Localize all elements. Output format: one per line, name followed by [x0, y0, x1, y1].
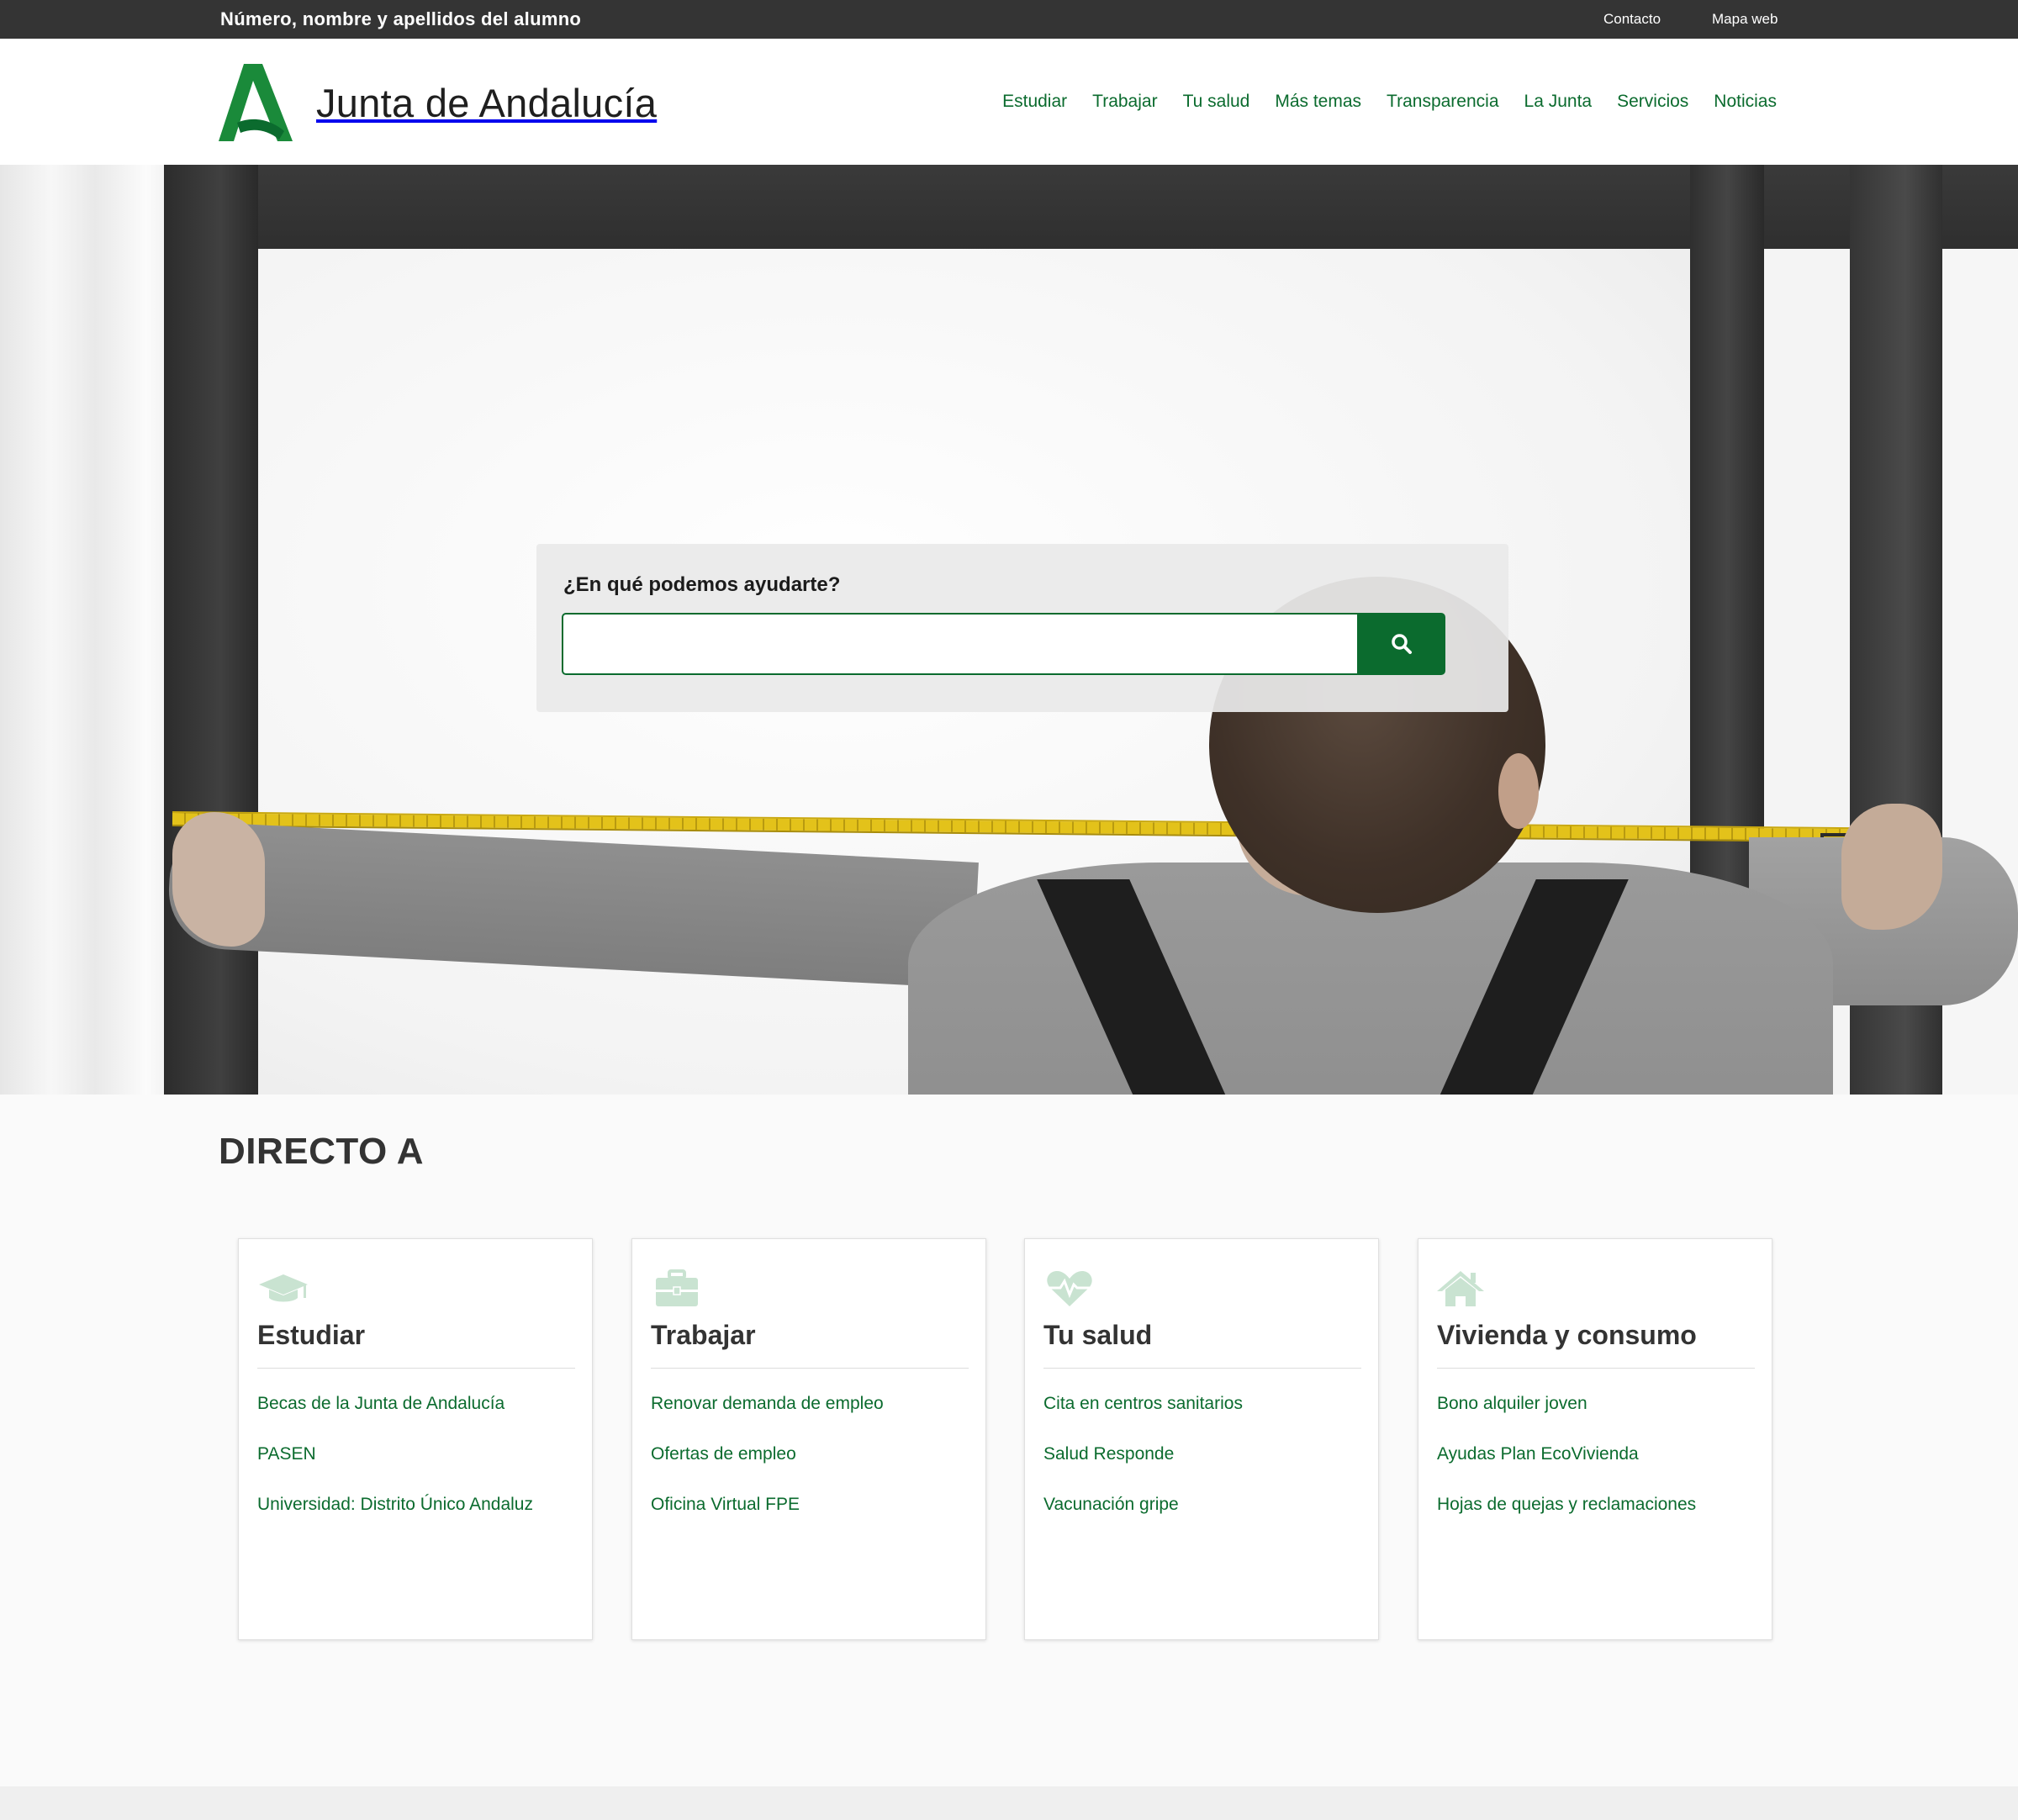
- nav-trabajar[interactable]: Trabajar: [1092, 92, 1157, 112]
- mapa-web-link[interactable]: Mapa web: [1712, 0, 1778, 39]
- card-title: Trabajar: [651, 1320, 969, 1369]
- card-link[interactable]: Bono alquiler joven: [1437, 1394, 1587, 1413]
- card-link[interactable]: PASEN: [257, 1444, 316, 1464]
- site-header: Junta de Andalucía Estudiar Trabajar Tu …: [0, 39, 2018, 165]
- card-link[interactable]: Renovar demanda de empleo: [651, 1394, 884, 1413]
- card-link[interactable]: Ayudas Plan EcoVivienda: [1437, 1444, 1639, 1464]
- hero-banner: ¿En qué podemos ayudarte?: [0, 165, 2018, 1095]
- top-bar: Número, nombre y apellidos del alumno Co…: [0, 0, 2018, 39]
- nav-estudiar[interactable]: Estudiar: [1002, 92, 1067, 112]
- card-links: Bono alquiler joven Ayudas Plan EcoVivie…: [1437, 1394, 1765, 1545]
- junta-logo[interactable]: Junta de Andalucía: [219, 62, 673, 143]
- contacto-link[interactable]: Contacto: [1603, 0, 1661, 39]
- nav-transparencia[interactable]: Transparencia: [1387, 92, 1498, 112]
- logo-text: Junta de Andalucía: [316, 80, 658, 125]
- card-link[interactable]: Becas de la Junta de Andalucía: [257, 1394, 504, 1413]
- card-links: Renovar demanda de empleo Ofertas de emp…: [651, 1394, 979, 1545]
- card-title: Tu salud: [1043, 1320, 1361, 1369]
- card-trabajar: Trabajar Renovar demanda de empleo Ofert…: [631, 1238, 986, 1640]
- nav-tu-salud[interactable]: Tu salud: [1183, 92, 1250, 112]
- card-tu-salud: Tu salud Cita en centros sanitarios Salu…: [1024, 1238, 1379, 1640]
- card-estudiar: Estudiar Becas de la Junta de Andalucía …: [238, 1238, 593, 1640]
- junta-a-logo-icon: [219, 64, 293, 141]
- card-vivienda: Vivienda y consumo Bono alquiler joven A…: [1418, 1238, 1772, 1640]
- section-title-directo: DIRECTO A: [219, 1131, 425, 1172]
- nav-la-junta[interactable]: La Junta: [1524, 92, 1593, 112]
- home-icon: [1437, 1271, 1484, 1306]
- main-nav: Estudiar Trabajar Tu salud Más temas Tra…: [1002, 39, 1777, 165]
- card-links: Becas de la Junta de Andalucía PASEN Uni…: [257, 1394, 585, 1545]
- card-links: Cita en centros sanitarios Salud Respond…: [1043, 1394, 1371, 1545]
- student-name-text: Número, nombre y apellidos del alumno: [220, 8, 582, 29]
- card-link[interactable]: Vacunación gripe: [1043, 1495, 1179, 1514]
- card-link[interactable]: Ofertas de empleo: [651, 1444, 796, 1464]
- search-label: ¿En qué podemos ayudarte?: [563, 573, 841, 596]
- card-link[interactable]: Oficina Virtual FPE: [651, 1495, 800, 1514]
- nav-noticias[interactable]: Noticias: [1714, 92, 1777, 112]
- graduation-cap-icon: [259, 1274, 308, 1302]
- search-input[interactable]: [562, 613, 1358, 675]
- nav-servicios[interactable]: Servicios: [1617, 92, 1688, 112]
- briefcase-icon: [656, 1269, 698, 1306]
- card-link[interactable]: Hojas de quejas y reclamaciones: [1437, 1495, 1696, 1514]
- footer-strip: [0, 1786, 2018, 1820]
- card-title: Estudiar: [257, 1320, 575, 1369]
- search-button[interactable]: [1357, 613, 1445, 675]
- card-link[interactable]: Cita en centros sanitarios: [1043, 1394, 1243, 1413]
- card-title: Vivienda y consumo: [1437, 1320, 1755, 1369]
- directo-cards: Estudiar Becas de la Junta de Andalucía …: [238, 1238, 1773, 1640]
- search-icon: [1391, 634, 1412, 654]
- heartbeat-icon: [1047, 1271, 1092, 1306]
- card-link[interactable]: Universidad: Distrito Único Andaluz: [257, 1495, 533, 1514]
- nav-mas-temas[interactable]: Más temas: [1275, 92, 1361, 112]
- card-link[interactable]: Salud Responde: [1043, 1444, 1174, 1464]
